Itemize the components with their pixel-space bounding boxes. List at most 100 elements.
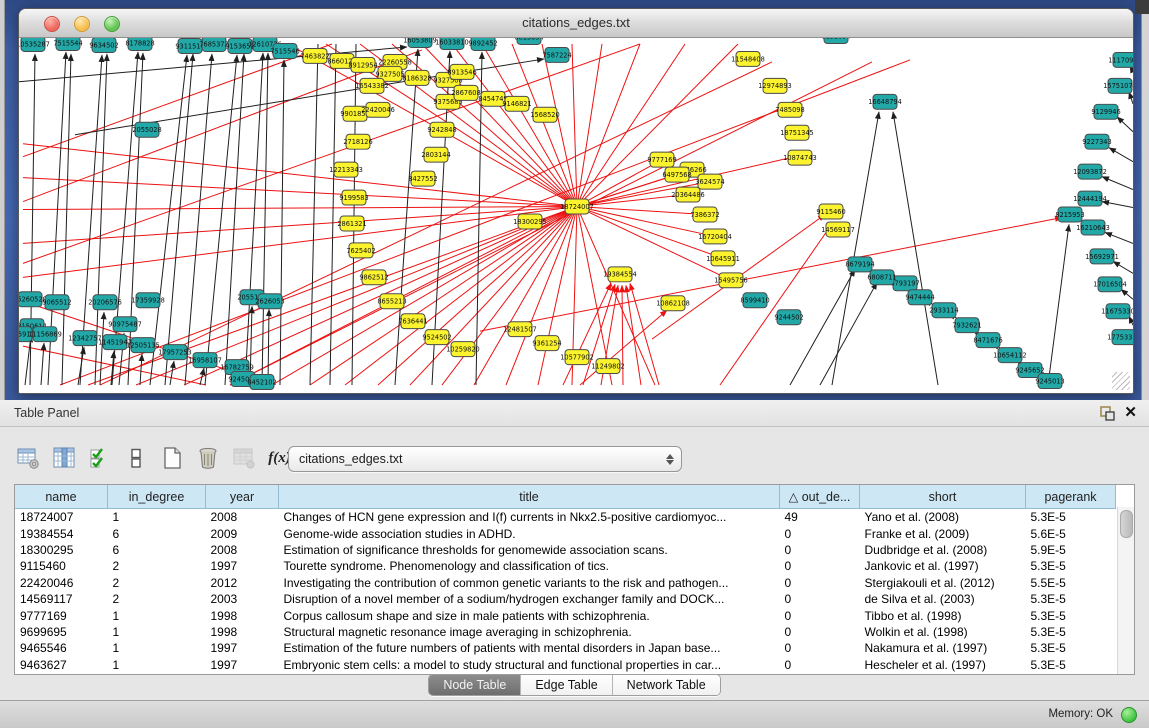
table-cell[interactable]: Changes of HCN gene expression and I(f) … (279, 509, 780, 526)
graph-node[interactable]: 10874743 (783, 150, 817, 165)
table-cell[interactable]: 1997 (206, 558, 279, 574)
table-cell[interactable]: Stergiakouli et al. (2012) (860, 575, 1026, 591)
table-cell[interactable]: 2009 (206, 525, 279, 541)
graph-node[interactable]: 8655213 (377, 294, 406, 309)
table-cell[interactable]: Estimation of the future numbers of pati… (279, 640, 780, 656)
graph-node[interactable]: 2803144 (421, 147, 450, 162)
graph-node[interactable]: 15495756 (714, 273, 748, 288)
table-cell[interactable]: 6 (108, 542, 206, 558)
graph-node[interactable]: 10577902 (560, 350, 594, 365)
table-cell[interactable]: 1 (108, 640, 206, 656)
table-cell[interactable]: 19384554 (15, 525, 108, 541)
graph-node[interactable]: 9146821 (502, 96, 531, 111)
table-cell[interactable]: 18300295 (15, 542, 108, 558)
graph-node[interactable]: 16210643 (1076, 220, 1110, 235)
table-cell[interactable]: Dudbridge et al. (2008) (860, 542, 1026, 558)
graph-node[interactable]: 20206576 (88, 295, 122, 310)
new-file-icon[interactable] (158, 445, 185, 472)
graph-node[interactable]: 16648794 (868, 94, 902, 109)
table-cell[interactable]: Corpus callosum shape and size in male p… (279, 607, 780, 623)
graph-node[interactable]: 7932621 (952, 318, 981, 333)
network-canvas[interactable]: 1872400718300295193845547463822866012389… (19, 38, 1133, 393)
graph-node[interactable]: 8178828 (125, 38, 154, 50)
graph-node[interactable]: 12974893 (758, 78, 792, 93)
table-row[interactable]: 1456911722003Disruption of a novel membe… (15, 591, 1116, 607)
table-cell[interactable]: 1 (108, 509, 206, 526)
graph-node[interactable]: 8679194 (845, 257, 874, 272)
table-cell[interactable]: 2003 (206, 591, 279, 607)
graph-node[interactable]: 9245013 (1035, 374, 1064, 389)
network-window-titlebar[interactable]: citations_edges.txt (19, 9, 1133, 38)
graph-node[interactable]: 12481507 (503, 322, 537, 337)
float-panel-icon[interactable] (1100, 406, 1115, 421)
graph-node[interactable]: 9199583 (339, 190, 368, 205)
graph-node[interactable]: 7625402 (346, 243, 375, 258)
delete-trash-icon[interactable] (194, 445, 221, 472)
table-cell[interactable]: Franke et al. (2009) (860, 525, 1026, 541)
table-cell[interactable]: 2008 (206, 542, 279, 558)
graph-node[interactable]: 12093872 (1073, 164, 1107, 179)
graph-node[interactable]: 3624574 (695, 174, 724, 189)
table-cell[interactable]: Investigating the contribution of common… (279, 575, 780, 591)
table-cell[interactable]: Disruption of a novel member of a sodium… (279, 591, 780, 607)
column-header-pagerank[interactable]: pagerank (1026, 485, 1116, 509)
table-row[interactable]: 969969511998Structural magnetic resonanc… (15, 624, 1116, 640)
table-cell[interactable]: 14569117 (15, 591, 108, 607)
graph-node[interactable]: 11170900 (1108, 52, 1133, 67)
table-cell[interactable]: 2008 (206, 509, 279, 526)
graph-node[interactable]: 7515544 (53, 38, 82, 50)
table-cell[interactable]: Hescheler et al. (1997) (860, 657, 1026, 673)
column-header-name[interactable]: name (15, 485, 108, 509)
graph-node[interactable]: 10645911 (706, 251, 740, 266)
table-cell[interactable]: 0 (780, 624, 860, 640)
graph-node[interactable]: 9227343 (1082, 134, 1111, 149)
table-cell[interactable]: 5.5E-5 (1026, 575, 1116, 591)
graph-node[interactable]: 10654112 (993, 348, 1027, 363)
table-cell[interactable]: 5.3E-5 (1026, 624, 1116, 640)
column-select-icon[interactable] (50, 445, 77, 472)
graph-node[interactable]: 9361254 (532, 336, 561, 351)
table-cell[interactable]: 2 (108, 591, 206, 607)
tab-node-table[interactable]: Node Table (429, 675, 521, 695)
table-cell[interactable]: Tourette syndrome. Phenomenology and cla… (279, 558, 780, 574)
graph-node[interactable]: 16543382 (355, 78, 389, 93)
graph-node[interactable]: 11249802 (591, 359, 625, 374)
graph-node[interactable]: 12213343 (329, 162, 363, 177)
table-cell[interactable]: 9465546 (15, 640, 108, 656)
tab-network-table[interactable]: Network Table (613, 675, 720, 695)
graph-node[interactable]: 8131054 (821, 38, 850, 43)
table-cell[interactable]: 0 (780, 525, 860, 541)
table-cell[interactable]: 22420046 (15, 575, 108, 591)
table-row[interactable]: 946554611997Estimation of the future num… (15, 640, 1116, 656)
graph-node[interactable]: 11156869 (28, 327, 62, 342)
table-cell[interactable]: 0 (780, 558, 860, 574)
graph-node[interactable]: 14569117 (821, 222, 855, 237)
graph-node[interactable]: 10259820 (446, 342, 480, 357)
tab-edge-table[interactable]: Edge Table (521, 675, 612, 695)
graph-node[interactable]: 2718126 (343, 134, 372, 149)
graph-node[interactable]: 6808711 (867, 270, 896, 285)
graph-node[interactable]: 7587224 (542, 47, 571, 62)
graph-node[interactable]: 90975487 (108, 317, 142, 332)
graph-node[interactable]: 16720404 (698, 229, 732, 244)
table-cell[interactable]: 5.3E-5 (1026, 509, 1116, 526)
table-row[interactable]: 977716911998Corpus callosum shape and si… (15, 607, 1116, 623)
table-cell[interactable]: 2 (108, 575, 206, 591)
table-cell[interactable]: Genome-wide association studies in ADHD. (279, 525, 780, 541)
table-row[interactable]: 911546021997Tourette syndrome. Phenomeno… (15, 558, 1116, 574)
close-panel-icon[interactable]: ✕ (1124, 404, 1137, 422)
graph-node[interactable]: 8471676 (973, 333, 1002, 348)
graph-node[interactable]: 9862512 (359, 270, 388, 285)
table-cell[interactable]: 0 (780, 591, 860, 607)
table-row[interactable]: 1938455462009Genome-wide association stu… (15, 525, 1116, 541)
graph-node[interactable]: 17957253 (158, 345, 192, 360)
graph-node[interactable]: 16033810 (435, 38, 469, 49)
graph-node[interactable]: 18724007 (560, 199, 594, 214)
table-cell[interactable]: 5.3E-5 (1026, 657, 1116, 673)
table-cell[interactable]: 5.3E-5 (1026, 640, 1116, 656)
graph-node[interactable]: 2933114 (929, 303, 958, 318)
table-cell[interactable]: 0 (780, 542, 860, 558)
column-header-year[interactable]: year (206, 485, 279, 509)
graph-node[interactable]: 17016504 (1093, 277, 1127, 292)
table-cell[interactable]: Structural magnetic resonance image aver… (279, 624, 780, 640)
